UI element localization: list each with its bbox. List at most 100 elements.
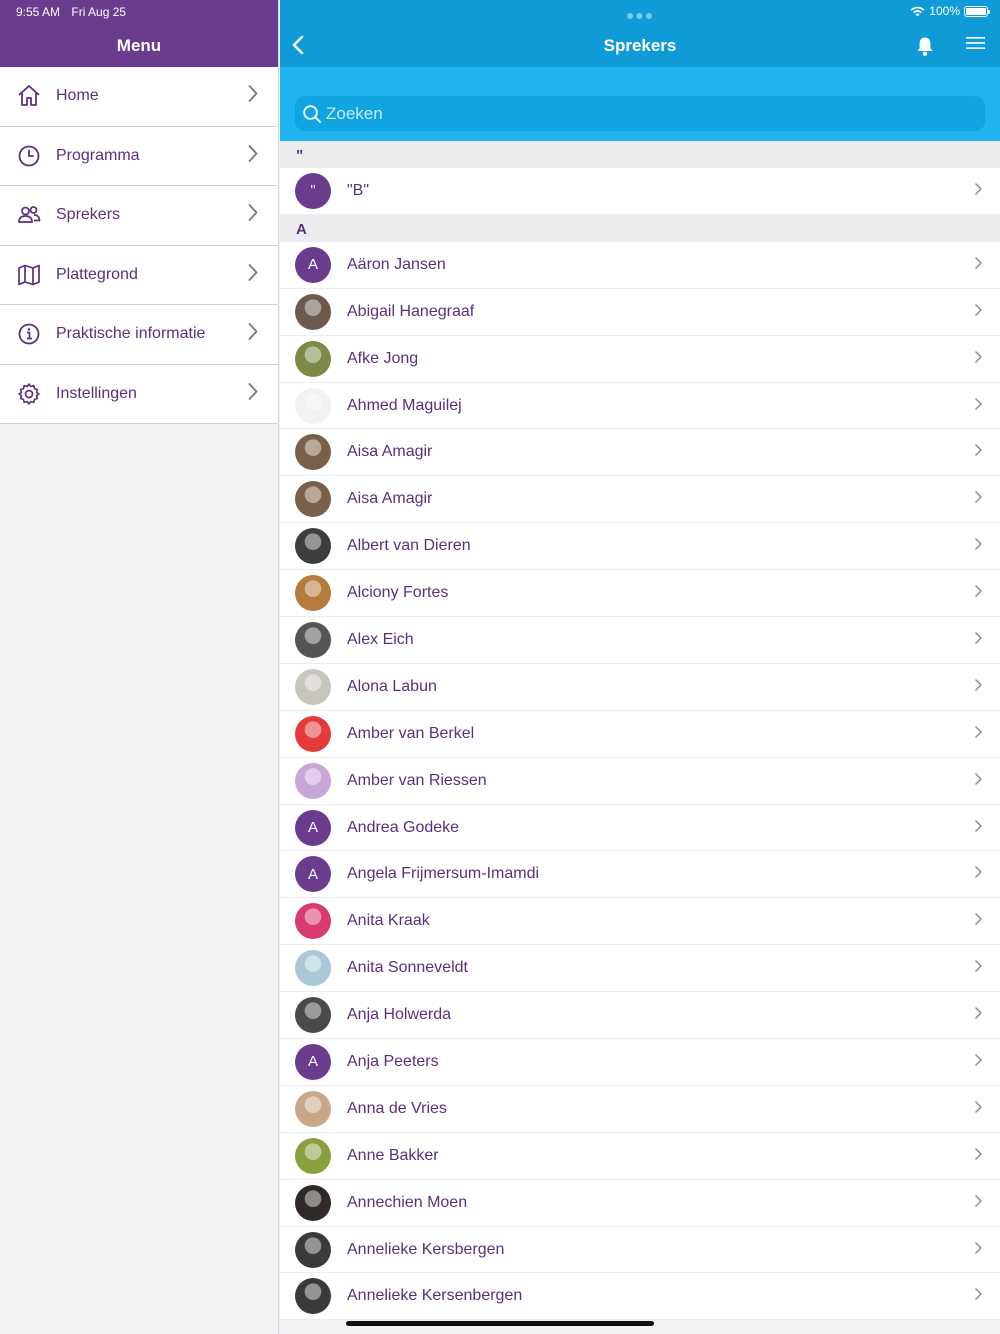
search-input[interactable] [326,103,926,124]
speaker-row[interactable]: Anita Sonneveldt [280,945,1000,993]
navigation-bar: ●●● 100% Sprekers [280,0,1000,67]
section-header: " [280,141,1000,168]
speaker-list: " " "B" A A Aäron Jansen Abigail Hanegraaf Afke… [280,141,1000,1321]
speaker-row[interactable]: Anna de Vries [280,1085,1000,1133]
wifi-icon [910,6,925,16]
speaker-name: Anita Sonneveldt [347,959,468,977]
search-field[interactable] [295,96,985,131]
speaker-name: Abigail Hanegraaf [347,302,475,320]
chevron-right-icon [248,382,258,405]
chevron-right-icon [248,323,258,346]
ipad-screen: 9:55 AM Fri Aug 25 Menu Home Programma Spr… [0,0,1000,1334]
speaker-row[interactable]: Alciony Fortes [280,570,1000,618]
speaker-row[interactable]: Aisa Amagir [280,476,1000,524]
chevron-right-icon [975,819,982,837]
chevron-right-icon [248,263,258,286]
speaker-row[interactable]: A Angela Frijmersum-Imamdi [280,851,1000,899]
speaker-row[interactable]: Anja Holwerda [280,992,1000,1040]
sidebar-item-instellingen[interactable]: Instellingen [0,364,278,424]
sidebar-item-praktische-informatie[interactable]: Praktische informatie [0,305,278,365]
speakers-pane: ●●● 100% Sprekers """B"AAAäron J [280,0,1000,1334]
speaker-name: Annelieke Kersenbergen [347,1287,523,1305]
avatar-photo [295,715,331,752]
sidebar-item-label: Home [56,87,99,105]
avatar-photo [295,1137,331,1174]
speaker-name: Anja Peeters [347,1052,439,1070]
sidebar-item-label: Plattegrond [56,265,138,283]
speaker-name: "B" [347,181,370,199]
speaker-row[interactable]: Aisa Amagir [280,429,1000,477]
chevron-right-icon [975,537,982,555]
speaker-row[interactable]: Anita Kraak [280,898,1000,946]
avatar-photo [295,762,331,799]
chevron-right-icon [248,85,258,108]
sidebar-item-home[interactable]: Home [0,67,278,127]
sidebar: 9:55 AM Fri Aug 25 Menu Home Programma Spr… [0,0,279,1334]
chevron-right-icon [975,350,982,368]
sidebar-item-label: Praktische informatie [56,325,206,343]
sidebar-item-label: Programma [56,146,140,164]
avatar-photo [295,1184,331,1221]
speaker-name: Anna de Vries [347,1099,447,1117]
speaker-row[interactable]: A Andrea Godeke [280,804,1000,852]
avatar-initial: A [295,809,331,846]
chevron-right-icon [975,1006,982,1024]
speaker-row[interactable]: Amber van Berkel [280,710,1000,758]
avatar-initial: " [295,172,331,209]
gear-icon [16,381,42,407]
speaker-name: Aäron Jansen [347,255,446,273]
chevron-right-icon [975,397,982,415]
chevron-right-icon [975,1287,982,1305]
chevron-right-icon [975,865,982,883]
speaker-row[interactable]: " "B" [280,168,1000,215]
status-bar-left: 9:55 AM Fri Aug 25 [16,5,134,19]
sidebar-item-label: Instellingen [56,384,137,402]
speaker-name: Anja Holwerda [347,1006,452,1024]
speaker-row[interactable]: A Anja Peeters [280,1039,1000,1086]
speaker-name: Afke Jong [347,349,419,367]
clock-icon [16,143,42,169]
chevron-right-icon [975,1241,982,1259]
home-indicator[interactable] [346,1321,654,1326]
hamburger-icon [966,37,985,49]
multitasking-dots-icon[interactable]: ●●● [626,7,654,23]
chevron-right-icon [975,1147,982,1165]
search-icon [303,104,321,123]
notifications-button[interactable] [916,36,936,58]
speaker-row[interactable]: Albert van Dieren [280,523,1000,571]
chevron-right-icon [248,204,258,227]
speaker-row[interactable]: Annelieke Kersenbergen [280,1273,1000,1321]
bell-icon [917,37,933,56]
speaker-row[interactable]: Afke Jong [280,335,1000,383]
chevron-right-icon [975,631,982,649]
speaker-row[interactable]: Alex Eich [280,617,1000,664]
sidebar-item-sprekers[interactable]: Sprekers [0,186,278,246]
speaker-name: Alex Eich [347,630,414,648]
speaker-row[interactable]: Annechien Moen [280,1179,1000,1227]
avatar-photo [295,340,331,377]
info-icon [16,321,42,347]
speaker-row[interactable]: Annelieke Kersbergen [280,1226,1000,1274]
sidebar-item-programma[interactable]: Programma [0,126,278,186]
chevron-right-icon [975,1053,982,1071]
speaker-row[interactable]: Ahmed Maguilej [280,382,1000,430]
speaker-name: Anita Kraak [347,912,430,930]
speaker-row[interactable]: Anne Bakker [280,1132,1000,1180]
sidebar-item-label: Sprekers [56,206,121,224]
chevron-right-icon [975,256,982,274]
chevron-right-icon [975,678,982,696]
menu-button[interactable] [966,36,988,54]
chevron-right-icon [975,490,982,508]
speaker-row[interactable]: Amber van Riessen [280,757,1000,805]
battery-icon [964,5,990,17]
avatar-photo [295,950,331,987]
chevron-right-icon [975,725,982,743]
speaker-row[interactable]: A Aäron Jansen [280,241,1000,289]
chevron-right-icon [975,303,982,321]
speaker-name: Andrea Godeke [347,818,460,836]
chevron-right-icon [975,959,982,977]
avatar-initial: A [295,1043,331,1080]
speaker-row[interactable]: Alona Labun [280,663,1000,711]
sidebar-item-plattegrond[interactable]: Plattegrond [0,245,278,305]
speaker-row[interactable]: Abigail Hanegraaf [280,288,1000,336]
